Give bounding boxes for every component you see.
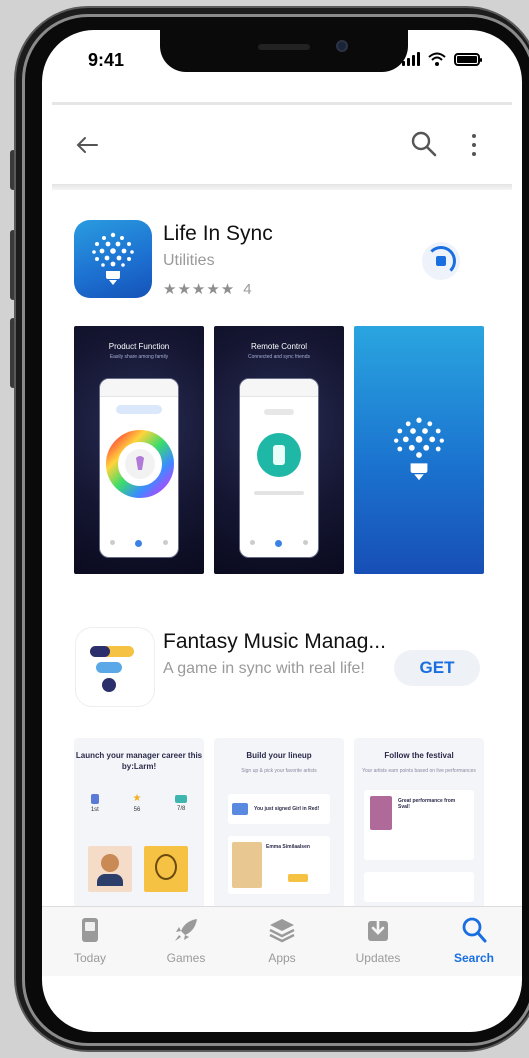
tab-bar: Today Games Apps Updates Search bbox=[42, 906, 522, 976]
app-category: Utilities bbox=[163, 252, 215, 269]
app-screenshot-2[interactable]: Remote Control Connected and sync friend… bbox=[214, 326, 344, 574]
promo-description: Sign up & pick your favorite artists bbox=[241, 768, 317, 774]
download-progress-button[interactable] bbox=[422, 242, 460, 280]
tab-search[interactable]: Search bbox=[426, 907, 522, 976]
promo-stats: 1st ★ 56 7/8 bbox=[90, 793, 188, 813]
tab-label: Today bbox=[73, 951, 107, 965]
artist-photo bbox=[370, 796, 392, 830]
medal-icon bbox=[90, 794, 99, 804]
app-title[interactable]: Life In Sync bbox=[163, 222, 273, 246]
app-screenshot-3[interactable] bbox=[354, 326, 484, 574]
promo-title: Launch your manager career this by:Larm! bbox=[75, 751, 203, 771]
status-time: 9:41 bbox=[88, 50, 125, 70]
power-toggle-icon bbox=[257, 433, 301, 477]
search-button[interactable] bbox=[410, 130, 440, 160]
artist-photo bbox=[232, 842, 262, 888]
rocket-icon bbox=[175, 919, 197, 941]
progress-ring bbox=[426, 246, 456, 276]
screenshot-subcaption: Easily share among family bbox=[109, 354, 169, 360]
promo-title: Build your lineup bbox=[246, 751, 312, 760]
front-camera bbox=[336, 40, 348, 52]
tab-today[interactable]: Today bbox=[42, 907, 138, 976]
equalizer-bars-icon bbox=[90, 646, 134, 692]
color-wheel-icon bbox=[106, 430, 174, 498]
promo-title: Follow the festival bbox=[384, 751, 454, 760]
status-icons bbox=[402, 52, 482, 66]
tab-label: Search bbox=[453, 951, 495, 965]
app-rating: ★★★★★ 4 bbox=[163, 280, 252, 299]
nav-divider bbox=[52, 184, 512, 190]
signed-card: You just signed Girl in Red! bbox=[228, 794, 330, 824]
promo-description: Your artists earn points based on live p… bbox=[362, 768, 476, 774]
promo-card-2[interactable]: Build your lineup Sign up & pick your fa… bbox=[214, 738, 344, 908]
app-title[interactable]: Fantasy Music Manag... bbox=[163, 630, 386, 654]
fantasy-music-app-icon[interactable] bbox=[76, 628, 154, 706]
back-arrow-icon bbox=[76, 137, 98, 153]
notch bbox=[160, 30, 408, 72]
stage: 9:41 Life In Sync Utilities ★★★★★ 4 Prod… bbox=[0, 0, 529, 1058]
tab-updates[interactable]: Updates bbox=[330, 907, 426, 976]
get-button[interactable]: GET bbox=[394, 650, 480, 686]
next-card bbox=[364, 872, 474, 902]
tab-label: Updates bbox=[355, 951, 401, 965]
performance-card: Great performance from Sval! bbox=[364, 790, 474, 860]
speaker-grille bbox=[258, 44, 310, 50]
screenshot-phone-mockup bbox=[99, 378, 179, 558]
promo-card-1[interactable]: Launch your manager career this by:Larm!… bbox=[74, 738, 204, 908]
star-icon: ★ bbox=[132, 793, 142, 804]
screenshot-caption: Remote Control bbox=[250, 342, 308, 351]
life-in-sync-app-icon[interactable] bbox=[74, 220, 152, 298]
battery-icon bbox=[454, 53, 482, 66]
tab-label: Apps bbox=[268, 951, 296, 965]
screenshot-caption: Product Function bbox=[108, 342, 170, 351]
back-button[interactable] bbox=[72, 130, 102, 160]
artist-avatar bbox=[144, 846, 188, 892]
artist-card: Emma Similaalsen bbox=[228, 836, 330, 894]
screenshot-phone-mockup bbox=[239, 378, 319, 558]
wifi-icon bbox=[428, 52, 446, 66]
search-icon bbox=[462, 917, 487, 943]
download-tray-icon bbox=[368, 915, 388, 941]
tab-games[interactable]: Games bbox=[138, 907, 234, 976]
lightbulb-dots-icon bbox=[394, 417, 444, 481]
more-options-button[interactable] bbox=[464, 130, 484, 160]
contract-icon bbox=[232, 803, 248, 815]
rating-count: 4 bbox=[243, 280, 252, 298]
header-divider bbox=[52, 102, 512, 105]
layers-icon bbox=[269, 919, 295, 943]
app-screenshot-1[interactable]: Product Function Easily share among fami… bbox=[74, 326, 204, 574]
today-icon bbox=[82, 918, 98, 942]
star-rating-icon: ★★★★★ bbox=[163, 281, 236, 298]
tab-label: Games bbox=[166, 951, 206, 965]
sofa-icon bbox=[175, 795, 188, 803]
screenshot-subcaption: Connected and sync friends bbox=[248, 354, 310, 360]
lightbulb-dots-icon bbox=[92, 232, 134, 285]
search-icon bbox=[411, 131, 437, 157]
signal-icon bbox=[402, 52, 420, 66]
phone-screen: 9:41 Life In Sync Utilities ★★★★★ 4 Prod… bbox=[42, 30, 522, 1032]
tab-apps[interactable]: Apps bbox=[234, 907, 330, 976]
app-subtitle: A game in sync with real life! bbox=[163, 660, 365, 677]
promo-card-3[interactable]: Follow the festival Your artists earn po… bbox=[354, 738, 484, 908]
sign-button bbox=[288, 874, 308, 882]
artist-avatar bbox=[88, 846, 132, 892]
